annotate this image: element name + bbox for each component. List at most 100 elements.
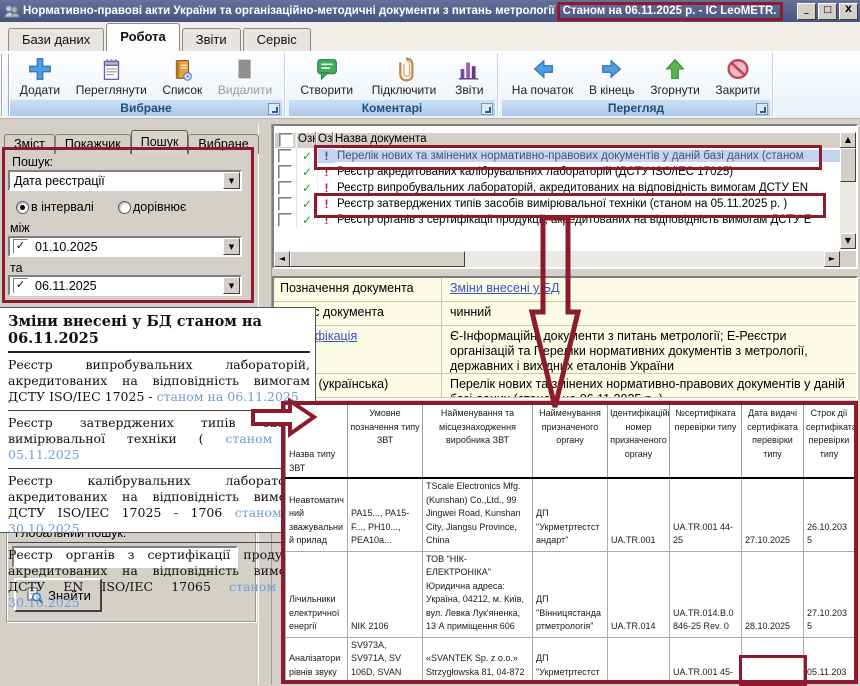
- view-button[interactable]: Переглянути: [73, 54, 150, 98]
- scroll-down-icon[interactable]: ▼: [840, 233, 856, 249]
- button-label: Згорнути: [650, 83, 700, 97]
- scroll-right-icon[interactable]: ►: [824, 251, 840, 267]
- between-label: між: [10, 221, 30, 235]
- checkbox[interactable]: [278, 197, 292, 211]
- document-row[interactable]: ✓ ! Реєстр затверджених типів засобів ви…: [274, 196, 856, 212]
- dialog-launcher-icon[interactable]: [756, 103, 768, 115]
- changes-link[interactable]: Зміни внесені у БД: [450, 281, 560, 295]
- cert-cell: SV973A, SV971A, SV 106D, SVAN 958A: [348, 637, 423, 684]
- check-icon: ✓: [297, 165, 318, 179]
- notepad-icon: [97, 55, 125, 83]
- group-title-label: Вибране: [120, 101, 171, 115]
- tab-zvity[interactable]: Звіти: [182, 28, 241, 51]
- ribbon-buttons: На початок В кінець Згорнути: [500, 53, 772, 100]
- date-from-value: 01.10.2025: [31, 240, 223, 254]
- sidebar-tab-vybrane[interactable]: Вибране: [188, 134, 258, 154]
- date-to-combo[interactable]: ✓ 06.11.2025 ▼: [8, 275, 242, 296]
- button-label: Закрити: [715, 83, 760, 97]
- cert-header-cell: Найменування та місцезнаходження виробни…: [423, 405, 533, 478]
- sidebar-tab-bar: Зміст Покажчик Пошук Вибране: [4, 130, 259, 154]
- go-last-button[interactable]: В кінець: [586, 54, 638, 98]
- document-row[interactable]: ✓ ! Реєстр органів з сертифікації продук…: [274, 212, 856, 228]
- report-heading: Зміни внесені у БД станом на 06.11.2025: [8, 311, 310, 353]
- document-row[interactable]: ✓ ! Реєстр випробувальних лабораторій, а…: [274, 180, 856, 196]
- sidebar-tab-pokazhchyk[interactable]: Покажчик: [55, 134, 131, 154]
- cert-header-cell: Дата видачі сертифіката перевірки типу: [742, 405, 804, 478]
- checkbox[interactable]: [278, 165, 292, 179]
- radio-equals[interactable]: [118, 201, 131, 214]
- scroll-left-icon[interactable]: ◄: [274, 251, 290, 267]
- cert-cell: Аналізатори рівнів звуку та вібрації: [286, 637, 348, 684]
- tab-bazy-danykh[interactable]: Бази даних: [8, 28, 104, 51]
- maximize-button[interactable]: □: [818, 3, 837, 20]
- document-row[interactable]: ✓ ! Реєстр акредитованих калібрувальних …: [274, 164, 856, 180]
- cert-cell: ДП "Вінницястандартметрологія": [533, 551, 608, 637]
- button-label: Список: [162, 83, 202, 97]
- go-first-button[interactable]: На початок: [509, 54, 577, 98]
- document-title: Реєстр затверджених типів засобів вимірю…: [335, 198, 856, 210]
- date-from-combo[interactable]: ✓ 01.10.2025 ▼: [8, 236, 242, 257]
- close-doc-button[interactable]: Закрити: [712, 54, 763, 98]
- scrollbar-thumb[interactable]: [840, 148, 856, 182]
- ribbon-group-favorites: Додати Переглянути: [8, 53, 285, 117]
- horizontal-scrollbar[interactable]: ◄ ►: [274, 251, 840, 267]
- vertical-scrollbar[interactable]: ▲ ▼: [840, 132, 856, 249]
- reports-button[interactable]: Звіти: [452, 54, 487, 98]
- cert-cell: UA.TR.014.B.0846-25 Rev. 0: [670, 551, 742, 637]
- important-icon: !: [318, 197, 335, 211]
- scroll-up-icon[interactable]: ▲: [840, 132, 856, 148]
- tab-servis[interactable]: Сервіс: [243, 28, 311, 51]
- checkbox[interactable]: [279, 133, 293, 147]
- radio-interval[interactable]: [16, 201, 29, 214]
- radio-interval-label: в інтервалі: [31, 200, 94, 214]
- minimize-button[interactable]: _: [797, 3, 816, 20]
- button-label: Видалити: [218, 83, 272, 97]
- checkbox[interactable]: [278, 181, 292, 195]
- add-button[interactable]: Додати: [17, 54, 63, 98]
- cert-cell: 05.11.2035: [804, 637, 855, 684]
- header-ozn-1[interactable]: Озн: [296, 132, 316, 148]
- property-value: Перелік нових та змінених нормативно-пра…: [442, 374, 856, 398]
- list-button[interactable]: Список: [159, 54, 205, 98]
- chevron-down-icon[interactable]: ▼: [223, 172, 240, 189]
- header-ozn-2[interactable]: Озн: [316, 132, 333, 148]
- scrollbar-corner: [840, 251, 856, 267]
- header-document-name[interactable]: Назва документа: [333, 132, 856, 148]
- dialog-launcher-icon[interactable]: [481, 103, 493, 115]
- cert-row: Аналізатори рівнів звуку та вібрації SV9…: [286, 637, 855, 684]
- dialog-launcher-icon[interactable]: [268, 103, 280, 115]
- cert-cell: UA.TR.001: [608, 637, 670, 684]
- chevron-down-icon[interactable]: ▼: [223, 238, 240, 255]
- sidebar-tab-zmist[interactable]: Зміст: [4, 134, 55, 154]
- window-controls: _ □ X: [797, 3, 858, 20]
- cert-cell: 28.10.2025: [742, 551, 804, 637]
- tab-robota[interactable]: Робота: [106, 23, 180, 51]
- attach-comment-button[interactable]: Підключити: [369, 54, 440, 98]
- scrollbar-track[interactable]: [465, 251, 824, 267]
- checked-checkbox check-icon[interactable]: ✓: [13, 278, 28, 293]
- cert-cell: Лічильники електричної енергії: [286, 551, 348, 637]
- delete-button[interactable]: Видалити: [215, 54, 275, 98]
- chevron-down-icon[interactable]: ▼: [223, 277, 240, 294]
- checkbox[interactable]: [278, 149, 292, 163]
- checked-checkbox check-icon[interactable]: ✓: [13, 239, 28, 254]
- header-checkbox-cell[interactable]: [274, 132, 296, 148]
- create-comment-button[interactable]: Створити: [297, 54, 356, 98]
- app-icon: [4, 4, 19, 19]
- search-field-value: Дата реєстрації: [10, 174, 223, 188]
- document-title: Реєстр акредитованих калібрувальних лабо…: [335, 166, 856, 178]
- checkbox[interactable]: [278, 213, 292, 227]
- search-label: Пошук:: [12, 155, 53, 169]
- close-button[interactable]: X: [839, 3, 858, 20]
- certified-types-table-overlay: Назва типу ЗВТ Умовне позначення типу ЗВ…: [281, 401, 858, 684]
- scrollbar-thumb[interactable]: [290, 251, 465, 267]
- document-list: Озн Озн Назва документа ✓ ! Перелік нови…: [272, 124, 858, 269]
- document-row[interactable]: ✓ ! Перелік нових та змінених нормативно…: [274, 148, 856, 164]
- collapse-button[interactable]: Згорнути: [647, 54, 703, 98]
- application-window: Нормативно-правові акти України та орган…: [0, 0, 860, 686]
- ribbon-buttons: Створити Підключити Зв: [287, 53, 497, 100]
- sidebar-tab-poshuk[interactable]: Пошук: [131, 130, 189, 154]
- radio-equals-label: дорівнює: [133, 200, 186, 214]
- search-field-select[interactable]: Дата реєстрації ▼: [8, 170, 242, 191]
- cert-cell: «SVANTEK Sp. z o.o.» Strzygłowska 81, 04…: [423, 637, 533, 684]
